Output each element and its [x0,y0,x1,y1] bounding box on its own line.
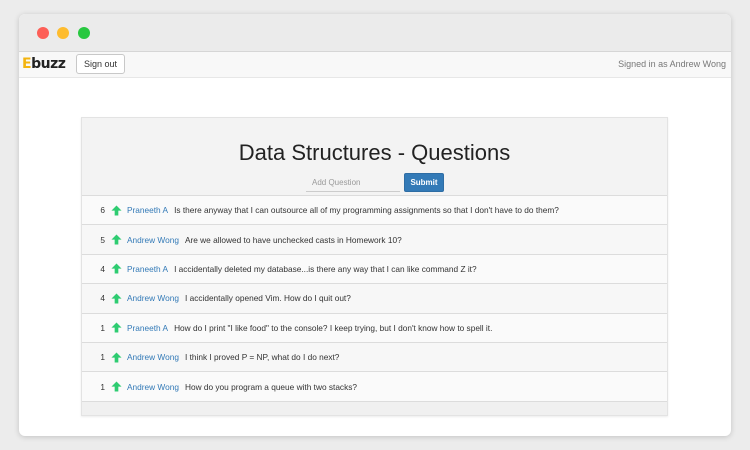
signed-in-status: Signed in as Andrew Wong [618,59,726,69]
submit-button[interactable]: Submit [404,173,444,192]
vote-count: 6 [100,205,105,216]
navbar: Ebuzz Sign out Signed in as Andrew Wong [19,52,731,78]
vote-count: 5 [100,234,105,245]
upvote-arrow-icon[interactable] [111,293,122,304]
upvote-arrow-icon[interactable] [111,205,122,216]
question-author-link[interactable]: Praneeth A [127,264,168,274]
question-text[interactable]: Is there anyway that I can outsource all… [174,205,559,215]
vote-count: 4 [100,293,105,304]
question-author-link[interactable]: Andrew Wong [127,235,179,245]
question-author-link[interactable]: Andrew Wong [127,382,179,392]
question-text[interactable]: I accidentally deleted my database...is … [174,264,477,274]
page-title: Data Structures - Questions [238,140,511,165]
upvote-arrow-icon[interactable] [111,352,122,363]
vote-count: 1 [100,381,105,392]
upvote-arrow-icon[interactable] [111,381,122,392]
minimize-window-button[interactable] [57,27,69,39]
upvote-arrow-icon[interactable] [111,263,122,275]
browser-window: Ebuzz Sign out Signed in as Andrew Wong … [19,14,731,436]
question-row: 1 Andrew Wong I think I proved P = NP, wha… [82,341,667,372]
question-text[interactable]: How do you program a queue with two stac… [185,382,357,392]
logo-letter: E [22,56,32,72]
question-author-link[interactable]: Andrew Wong [127,352,179,362]
question-text[interactable]: I accidentally opened Vim. How do I quit… [185,293,351,303]
list-footer [82,400,667,415]
panel-header: Data Structures - Questions Submit [82,118,667,195]
sign-out-button[interactable]: Sign out [76,54,126,74]
add-question-input[interactable] [306,173,400,192]
logo-text: buzz [31,56,66,72]
question-list: 6 Praneeth A Is there anyway that I can ou… [82,195,667,415]
maximize-window-button[interactable] [78,27,90,39]
question-row: 6 Praneeth A Is there anyway that I can ou… [82,195,667,225]
question-text[interactable]: Are we allowed to have unchecked casts i… [185,235,402,245]
questions-panel: Data Structures - Questions Submit 6 Pran… [81,117,668,416]
vote-count: 1 [100,352,105,363]
app-logo[interactable]: Ebuzz [22,56,66,72]
close-window-button[interactable] [37,27,49,39]
question-text[interactable]: I think I proved P = NP, what do I do ne… [185,352,339,362]
question-author-link[interactable]: Andrew Wong [127,293,179,303]
question-author-link[interactable]: Praneeth A [127,205,168,215]
question-row: 4 Praneeth A I accidentally deleted my dat… [82,253,667,284]
vote-count: 1 [100,322,105,333]
window-titlebar [19,14,731,52]
question-row: 1 Praneeth A How do I print "I like food" … [82,312,667,342]
question-text[interactable]: How do I print "I like food" to the cons… [174,323,492,333]
upvote-arrow-icon[interactable] [111,322,122,333]
question-row: 4 Andrew Wong I accidentally opened Vim. H… [82,283,667,313]
question-row: 1 Andrew Wong How do you program a queue w… [82,371,667,401]
question-author-link[interactable]: Praneeth A [127,323,168,333]
question-row: 5 Andrew Wong Are we allowed to have unche… [82,224,667,254]
vote-count: 4 [100,263,105,274]
upvote-arrow-icon[interactable] [111,234,122,245]
